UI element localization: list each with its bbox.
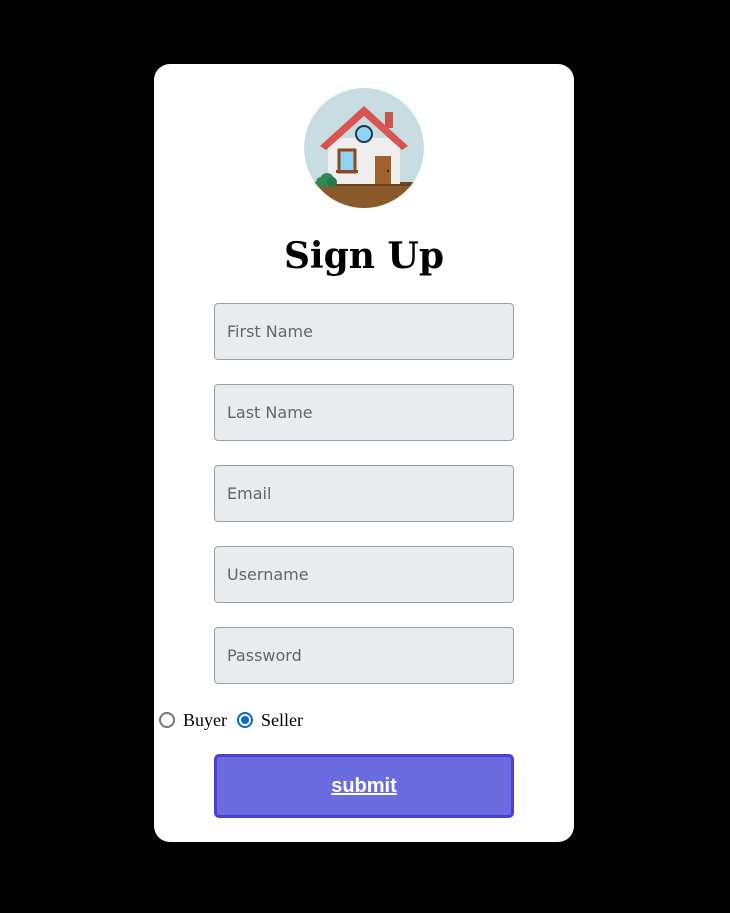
username-input[interactable] — [214, 546, 514, 603]
last-name-input[interactable] — [214, 384, 514, 441]
buyer-label: Buyer — [183, 709, 227, 730]
email-input[interactable] — [214, 465, 514, 522]
buyer-radio[interactable] — [159, 712, 175, 728]
signup-card: Sign Up Buyer Seller submit — [154, 64, 574, 842]
seller-radio[interactable] — [237, 712, 253, 728]
password-input[interactable] — [214, 627, 514, 684]
submit-button[interactable]: submit — [214, 754, 514, 818]
house-icon — [304, 88, 424, 208]
first-name-input[interactable] — [214, 303, 514, 360]
role-selector: Buyer Seller — [159, 707, 313, 733]
page-title: Sign Up — [283, 235, 445, 277]
seller-label: Seller — [261, 709, 303, 730]
